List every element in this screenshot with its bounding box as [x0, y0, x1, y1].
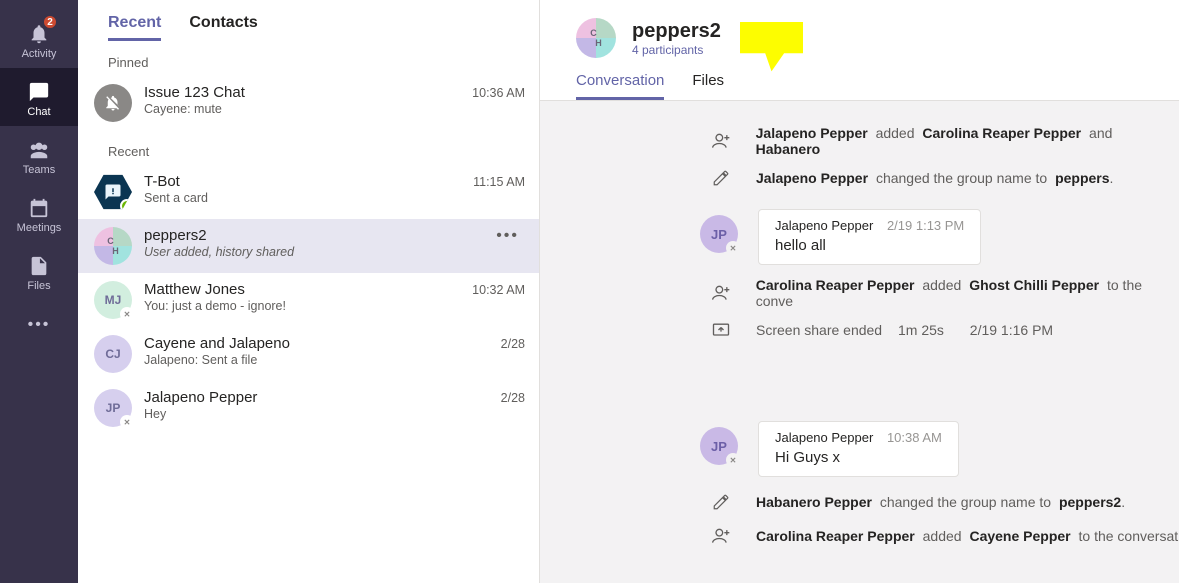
- rail-teams[interactable]: Teams: [0, 126, 78, 184]
- rail-more[interactable]: •••: [28, 306, 51, 344]
- chat-title: Issue 123 Chat: [144, 84, 464, 101]
- conversation-header-area: C H peppers2 4 participants Conversation…: [540, 0, 1179, 101]
- chat-list-panel: Recent Contacts Pinned Issue 123 Chat Ca…: [78, 0, 540, 583]
- tab-files[interactable]: Files: [692, 72, 724, 100]
- app-root: Activity 2 Chat Teams Meetings Files: [0, 0, 1179, 583]
- user-avatar: JP ✕: [94, 389, 132, 427]
- system-screenshare: Screen share ended 1m 25s 2/19 1:16 PM: [540, 313, 1179, 347]
- rail-label: Meetings: [17, 222, 62, 234]
- file-icon: [25, 252, 53, 280]
- rail-label: Activity: [22, 48, 57, 60]
- message-2: JP ✕ Jalapeno Pepper 10:38 AM Hi Guys x: [540, 407, 1179, 485]
- chat-row-more[interactable]: •••: [490, 227, 525, 245]
- section-pinned: Pinned: [78, 41, 539, 76]
- system-added-2: Carolina Reaper Pepper added Ghost Chill…: [540, 273, 1179, 313]
- tab-recent[interactable]: Recent: [108, 14, 161, 41]
- rail-label: Chat: [27, 106, 50, 118]
- system-added-1: Jalapeno Pepper added Carolina Reaper Pe…: [540, 121, 1179, 161]
- conversation-feed: Jalapeno Pepper added Carolina Reaper Pe…: [540, 101, 1179, 583]
- rail-activity[interactable]: Activity 2: [0, 10, 78, 68]
- user-avatar: JP ✕: [700, 215, 738, 253]
- chat-title: Jalapeno Pepper: [144, 389, 493, 406]
- bot-icon: [94, 173, 132, 211]
- rail-chat[interactable]: Chat: [0, 68, 78, 126]
- message-author: Jalapeno Pepper: [775, 218, 873, 233]
- message-bubble[interactable]: Jalapeno Pepper 10:38 AM Hi Guys x: [758, 421, 959, 477]
- chat-row-peppers2[interactable]: C H peppers2 User added, history shared …: [78, 219, 539, 273]
- chat-preview: Cayene: mute: [144, 102, 464, 116]
- chat-title: Cayene and Jalapeno: [144, 335, 493, 352]
- pencil-icon: [708, 165, 734, 191]
- chat-preview: Sent a card: [144, 191, 465, 205]
- message-body: hello all: [775, 237, 964, 254]
- chat-time: 10:36 AM: [472, 84, 525, 100]
- chat-row-tbot[interactable]: T-Bot Sent a card 11:15 AM: [78, 165, 539, 219]
- system-added-3: Carolina Reaper Pepper added Cayene Pepp…: [540, 519, 1179, 553]
- chat-row-matthew[interactable]: MJ ✕ Matthew Jones You: just a demo - ig…: [78, 273, 539, 327]
- tab-contacts[interactable]: Contacts: [189, 14, 257, 41]
- chat-row-cayene-jalapeno[interactable]: CJ Cayene and Jalapeno Jalapeno: Sent a …: [78, 327, 539, 381]
- group-avatar: C H: [94, 227, 132, 265]
- section-recent: Recent: [78, 130, 539, 165]
- message-timestamp: 10:38 AM: [887, 430, 942, 445]
- person-add-icon: [708, 523, 734, 549]
- rail-label: Files: [27, 280, 50, 292]
- screen-share-icon: [708, 317, 734, 343]
- muted-bell-icon: [94, 84, 132, 122]
- message-1: JP ✕ Jalapeno Pepper 2/19 1:13 PM hello …: [540, 195, 1179, 273]
- chat-preview: Jalapeno: Sent a file: [144, 353, 493, 367]
- person-add-icon: [708, 280, 734, 306]
- pencil-icon: [708, 489, 734, 515]
- message-bubble[interactable]: Jalapeno Pepper 2/19 1:13 PM hello all: [758, 209, 981, 265]
- group-avatar: CJ: [94, 335, 132, 373]
- nav-rail: Activity 2 Chat Teams Meetings Files: [0, 0, 78, 583]
- chat-time: 2/28: [501, 389, 525, 405]
- chat-time: 11:15 AM: [473, 173, 525, 189]
- chat-title: peppers2: [144, 227, 490, 244]
- chat-preview: User added, history shared: [144, 245, 490, 259]
- user-avatar: MJ ✕: [94, 281, 132, 319]
- chat-title: Matthew Jones: [144, 281, 464, 298]
- person-add-icon: [708, 128, 734, 154]
- rail-meetings[interactable]: Meetings: [0, 184, 78, 242]
- chat-row-pinned-0[interactable]: Issue 123 Chat Cayene: mute 10:36 AM: [78, 76, 539, 130]
- chat-row-jalapeno[interactable]: JP ✕ Jalapeno Pepper Hey 2/28: [78, 381, 539, 435]
- chat-icon: [25, 78, 53, 106]
- message-timestamp: 2/19 1:13 PM: [887, 218, 964, 233]
- chat-preview: Hey: [144, 407, 493, 421]
- message-body: Hi Guys x: [775, 449, 942, 466]
- calendar-icon: [25, 194, 53, 222]
- chat-preview: You: just a demo - ignore!: [144, 299, 464, 313]
- group-avatar: C H: [576, 18, 616, 58]
- chat-time: 2/28: [501, 335, 525, 351]
- system-rename-1: Jalapeno Pepper changed the group name t…: [540, 161, 1179, 195]
- rail-files[interactable]: Files: [0, 242, 78, 300]
- participants-link[interactable]: 4 participants: [632, 43, 721, 57]
- system-rename-2: Habanero Pepper changed the group name t…: [540, 485, 1179, 519]
- user-avatar: JP ✕: [700, 427, 738, 465]
- list-tabs: Recent Contacts: [78, 0, 539, 41]
- rail-label: Teams: [23, 164, 55, 176]
- chat-time: 10:32 AM: [472, 281, 525, 297]
- conversation-panel: C H peppers2 4 participants Conversation…: [540, 0, 1179, 583]
- conversation-title: peppers2: [632, 20, 721, 43]
- message-author: Jalapeno Pepper: [775, 430, 873, 445]
- chat-title: T-Bot: [144, 173, 465, 190]
- tab-conversation[interactable]: Conversation: [576, 72, 664, 100]
- teams-icon: [25, 136, 53, 164]
- activity-badge: 2: [42, 14, 58, 30]
